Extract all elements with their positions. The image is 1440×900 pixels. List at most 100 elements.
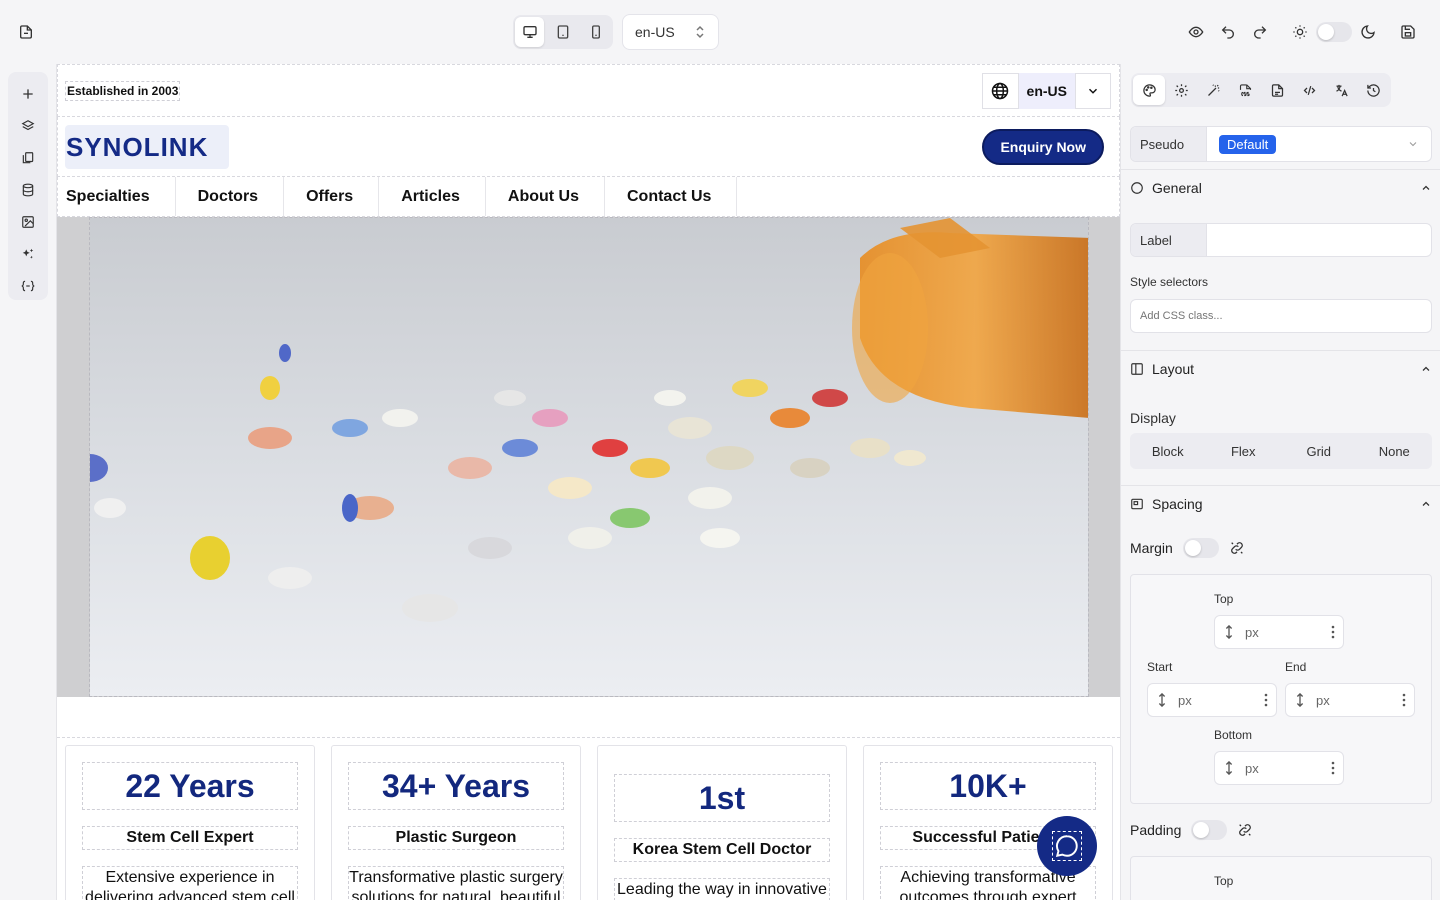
site-logo[interactable]: SYNOLINK — [65, 124, 229, 169]
label-field-label: Label — [1131, 224, 1207, 256]
label-input[interactable] — [1207, 224, 1431, 256]
tab-translate[interactable] — [1325, 75, 1357, 105]
more-vertical-icon[interactable] — [1402, 693, 1406, 707]
locale-value: en-US — [635, 24, 675, 40]
tab-css[interactable] — [1229, 75, 1261, 105]
nav-item-doctors[interactable]: Doctors — [176, 177, 285, 216]
undo-button[interactable] — [1214, 18, 1242, 46]
nav-item-contact-us[interactable]: Contact Us — [605, 177, 738, 216]
nav-item-about-us[interactable]: About Us — [486, 177, 605, 216]
layout-section-header[interactable]: Layout — [1121, 351, 1440, 387]
hero-image[interactable] — [89, 217, 1089, 697]
stats-cards: 22 Years Stem Cell Expert Extensive expe… — [65, 745, 1113, 900]
css-class-input[interactable] — [1130, 299, 1432, 333]
chat-button[interactable] — [1037, 816, 1097, 876]
more-vertical-icon[interactable] — [1331, 761, 1335, 775]
sparkles-icon — [22, 248, 34, 259]
left-rail — [8, 72, 48, 300]
tab-document[interactable] — [1261, 75, 1293, 105]
card-stat: 1st — [614, 774, 830, 822]
variables-button[interactable] — [8, 270, 48, 302]
unlink-icon[interactable] — [1237, 822, 1253, 838]
redo-button[interactable] — [1246, 18, 1274, 46]
tablet-view-button[interactable] — [548, 17, 577, 47]
display-none-option[interactable]: None — [1357, 444, 1433, 459]
established-text: Established in 2003 — [65, 80, 181, 101]
page-file-icon[interactable] — [12, 18, 40, 46]
media-button[interactable] — [8, 206, 48, 238]
tab-settings[interactable] — [1165, 75, 1197, 105]
label-field[interactable]: Label — [1130, 223, 1432, 257]
chevron-down-icon[interactable] — [1076, 73, 1110, 109]
tab-animations[interactable] — [1197, 75, 1229, 105]
add-element-button[interactable] — [8, 78, 48, 110]
unit-label: px — [1316, 692, 1330, 708]
card-desc: Transformative plastic surgery solutions… — [348, 866, 564, 900]
spacing-title: Spacing — [1152, 496, 1203, 512]
save-button[interactable] — [1394, 18, 1422, 46]
padding-toggle[interactable] — [1191, 820, 1228, 840]
margin-bottom-input[interactable]: px — [1214, 751, 1344, 785]
unlink-icon[interactable] — [1229, 540, 1245, 556]
card-stat: 10K+ — [880, 762, 1096, 810]
margin-end-input[interactable]: px — [1285, 683, 1415, 717]
tab-style[interactable] — [1133, 75, 1165, 105]
padding-row: Padding — [1130, 820, 1253, 840]
top-strip[interactable]: Established in 2003 en-US — [57, 64, 1120, 117]
database-button[interactable] — [8, 174, 48, 206]
tab-code[interactable] — [1293, 75, 1325, 105]
display-grid-option[interactable]: Grid — [1281, 444, 1357, 459]
sun-icon — [1286, 18, 1314, 46]
logo-text: SYNOLINK — [66, 134, 208, 160]
more-vertical-icon[interactable] — [1264, 693, 1268, 707]
layers-button[interactable] — [8, 110, 48, 142]
preview-button[interactable] — [1182, 18, 1210, 46]
card-stat: 34+ Years — [348, 762, 564, 810]
display-flex-option[interactable]: Flex — [1206, 444, 1282, 459]
margin-toggle[interactable] — [1182, 538, 1219, 558]
brand-row[interactable]: SYNOLINK Enquiry Now — [57, 117, 1120, 177]
enquiry-now-button[interactable]: Enquiry Now — [982, 128, 1104, 165]
desktop-view-button[interactable] — [515, 17, 545, 47]
mobile-view-button[interactable] — [582, 17, 611, 47]
tab-history[interactable] — [1357, 75, 1389, 105]
main-nav: Specialties Doctors Offers Articles Abou… — [57, 177, 1120, 217]
nav-item-articles[interactable]: Articles — [379, 177, 486, 216]
stat-card[interactable]: 1st Korea Stem Cell Doctor Leading the w… — [597, 745, 847, 900]
stat-card[interactable]: 22 Years Stem Cell Expert Extensive expe… — [65, 745, 315, 900]
nav-item-specialties[interactable]: Specialties — [58, 177, 176, 216]
plus-icon — [23, 89, 33, 99]
card-title: Korea Stem Cell Doctor — [614, 838, 830, 862]
language-switcher[interactable]: en-US — [981, 72, 1111, 109]
margin-top-input[interactable]: px — [1214, 615, 1344, 649]
card-desc: Extensive experience in delivering advan… — [82, 866, 298, 900]
hero-section[interactable] — [57, 217, 1120, 697]
margin-row: Margin — [1130, 538, 1245, 558]
vertical-arrows-icon — [1225, 761, 1233, 775]
nav-item-offers[interactable]: Offers — [284, 177, 380, 216]
card-desc: Leading the way in innovative — [614, 878, 830, 900]
theme-toggle[interactable] — [1316, 22, 1352, 42]
card-title: Plastic Surgeon — [348, 826, 564, 850]
undo-icon — [1221, 26, 1234, 39]
editor-canvas[interactable]: Established in 2003 en-US SYNOLINK Enqui… — [56, 64, 1120, 900]
pseudo-select[interactable]: Pseudo Default — [1130, 126, 1432, 162]
locale-select[interactable]: en-US — [622, 14, 719, 50]
ai-button[interactable] — [8, 238, 48, 270]
style-panel: Pseudo Default General Label Style selec… — [1120, 64, 1440, 900]
variables-icon — [21, 280, 35, 292]
moon-icon — [1354, 18, 1382, 46]
margin-start-input[interactable]: px — [1147, 683, 1277, 717]
unit-label: px — [1178, 692, 1192, 708]
palette-icon — [1142, 83, 1156, 97]
display-block-option[interactable]: Block — [1130, 444, 1206, 459]
layers-icon — [21, 120, 35, 131]
pages-button[interactable] — [8, 142, 48, 174]
more-vertical-icon[interactable] — [1331, 625, 1335, 639]
general-section-header[interactable]: General — [1121, 170, 1440, 206]
pseudo-label: Pseudo — [1131, 127, 1207, 161]
layout-title: Layout — [1152, 361, 1195, 377]
unit-label: px — [1245, 624, 1259, 640]
spacing-section-header[interactable]: Spacing — [1121, 486, 1440, 522]
stat-card[interactable]: 34+ Years Plastic Surgeon Transformative… — [331, 745, 581, 900]
